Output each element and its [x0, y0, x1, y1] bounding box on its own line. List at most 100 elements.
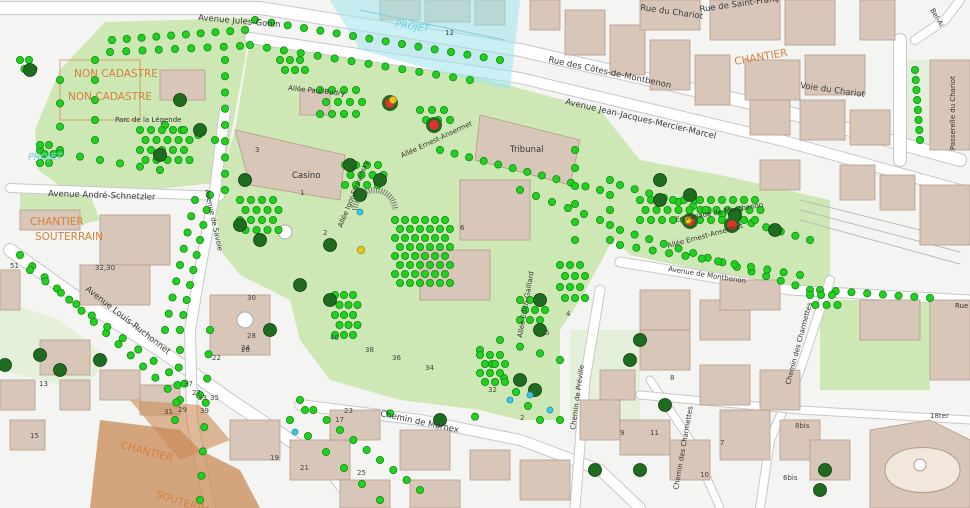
tree-marker[interactable] — [195, 235, 204, 244]
tree-marker[interactable] — [556, 355, 565, 364]
tree-marker[interactable] — [41, 277, 50, 286]
tree-marker[interactable] — [658, 215, 667, 224]
tree-marker[interactable] — [353, 300, 362, 309]
tree-marker[interactable] — [440, 251, 449, 260]
tree-marker[interactable] — [564, 203, 573, 212]
tree-marker[interactable] — [606, 235, 615, 244]
tree-marker[interactable] — [533, 293, 547, 307]
tree-marker[interactable] — [220, 104, 229, 113]
tree-marker[interactable] — [606, 175, 615, 184]
tree-marker[interactable] — [390, 233, 399, 242]
tree-marker[interactable] — [362, 180, 371, 189]
tree-marker[interactable] — [440, 215, 449, 224]
tree-marker[interactable] — [415, 224, 424, 233]
tree-marker[interactable] — [435, 145, 444, 154]
tree-marker[interactable] — [135, 162, 144, 171]
tree-marker[interactable] — [339, 463, 348, 472]
tree-marker[interactable] — [122, 34, 131, 43]
tree-marker[interactable] — [523, 167, 532, 176]
tree-marker[interactable] — [398, 65, 407, 74]
tree-marker[interactable] — [791, 231, 800, 240]
tree-marker[interactable] — [309, 405, 318, 414]
tree-marker[interactable] — [606, 205, 615, 214]
tree-marker[interactable] — [388, 96, 397, 105]
tree-marker[interactable] — [235, 42, 244, 51]
tree-marker[interactable] — [446, 48, 455, 57]
map-view[interactable]: Avenue Jules-Gonin Rue du Chariot Rue de S… — [0, 0, 970, 508]
tree-marker[interactable] — [290, 66, 299, 75]
tree-marker[interactable] — [435, 224, 444, 233]
tree-marker[interactable] — [356, 245, 365, 254]
tree-marker[interactable] — [435, 242, 444, 251]
tree-marker[interactable] — [279, 46, 288, 55]
tree-marker[interactable] — [390, 215, 399, 224]
tree-marker[interactable] — [381, 62, 390, 71]
tree-marker[interactable] — [77, 306, 86, 315]
tree-marker[interactable] — [193, 123, 207, 137]
tree-marker[interactable] — [164, 309, 173, 318]
tree-marker[interactable] — [410, 269, 419, 278]
tree-marker[interactable] — [653, 193, 667, 207]
tree-marker[interactable] — [348, 310, 357, 319]
tree-marker[interactable] — [395, 242, 404, 251]
tree-marker[interactable] — [15, 250, 24, 259]
tree-marker[interactable] — [420, 251, 429, 260]
tree-marker[interactable] — [185, 155, 194, 164]
tree-marker[interactable] — [606, 220, 615, 229]
tree-marker[interactable] — [729, 195, 738, 204]
tree-marker[interactable] — [210, 135, 219, 144]
tree-marker[interactable] — [405, 260, 414, 269]
tree-marker[interactable] — [91, 56, 100, 65]
tree-marker[interactable] — [196, 29, 205, 38]
tree-marker[interactable] — [410, 215, 419, 224]
tree-marker[interactable] — [168, 145, 177, 154]
tree-marker[interactable] — [220, 72, 229, 81]
tree-marker[interactable] — [556, 260, 565, 269]
tree-marker[interactable] — [863, 289, 872, 298]
tree-marker[interactable] — [220, 169, 229, 178]
tree-marker[interactable] — [170, 45, 179, 54]
tree-marker[interactable] — [913, 96, 922, 105]
tree-marker[interactable] — [137, 33, 146, 42]
tree-marker[interactable] — [365, 34, 374, 43]
tree-marker[interactable] — [410, 233, 419, 242]
tree-marker[interactable] — [926, 293, 935, 302]
tree-marker[interactable] — [506, 396, 514, 404]
tree-marker[interactable] — [636, 195, 645, 204]
tree-marker[interactable] — [485, 368, 494, 377]
tree-marker[interactable] — [791, 281, 800, 290]
tree-marker[interactable] — [262, 43, 271, 52]
tree-marker[interactable] — [348, 330, 357, 339]
tree-marker[interactable] — [397, 40, 406, 49]
tree-marker[interactable] — [76, 152, 85, 161]
tree-marker[interactable] — [751, 215, 760, 224]
tree-marker[interactable] — [168, 293, 177, 302]
tree-marker[interactable] — [450, 149, 459, 158]
tree-marker[interactable] — [524, 401, 533, 410]
tree-marker[interactable] — [106, 48, 115, 57]
tree-marker[interactable] — [91, 135, 100, 144]
tree-marker[interactable] — [432, 70, 441, 79]
tree-marker[interactable] — [375, 495, 384, 504]
tree-marker[interactable] — [151, 373, 160, 382]
tree-marker[interactable] — [822, 300, 831, 309]
tree-marker[interactable] — [402, 475, 411, 484]
tree-marker[interactable] — [636, 215, 645, 224]
tree-marker[interactable] — [135, 126, 144, 135]
tree-marker[interactable] — [238, 173, 252, 187]
tree-marker[interactable] — [420, 269, 429, 278]
tree-marker[interactable] — [154, 45, 163, 54]
tree-marker[interactable] — [118, 334, 127, 343]
tree-marker[interactable] — [571, 217, 580, 226]
tree-marker[interactable] — [818, 463, 832, 477]
tree-marker[interactable] — [65, 295, 74, 304]
tree-marker[interactable] — [93, 353, 107, 367]
tree-marker[interactable] — [647, 215, 656, 224]
tree-marker[interactable] — [833, 300, 842, 309]
tree-marker[interactable] — [203, 374, 212, 383]
tree-marker[interactable] — [220, 56, 229, 65]
tree-marker[interactable] — [263, 225, 272, 234]
tree-marker[interactable] — [56, 122, 65, 131]
tree-marker[interactable] — [536, 315, 545, 324]
tree-marker[interactable] — [246, 195, 255, 204]
